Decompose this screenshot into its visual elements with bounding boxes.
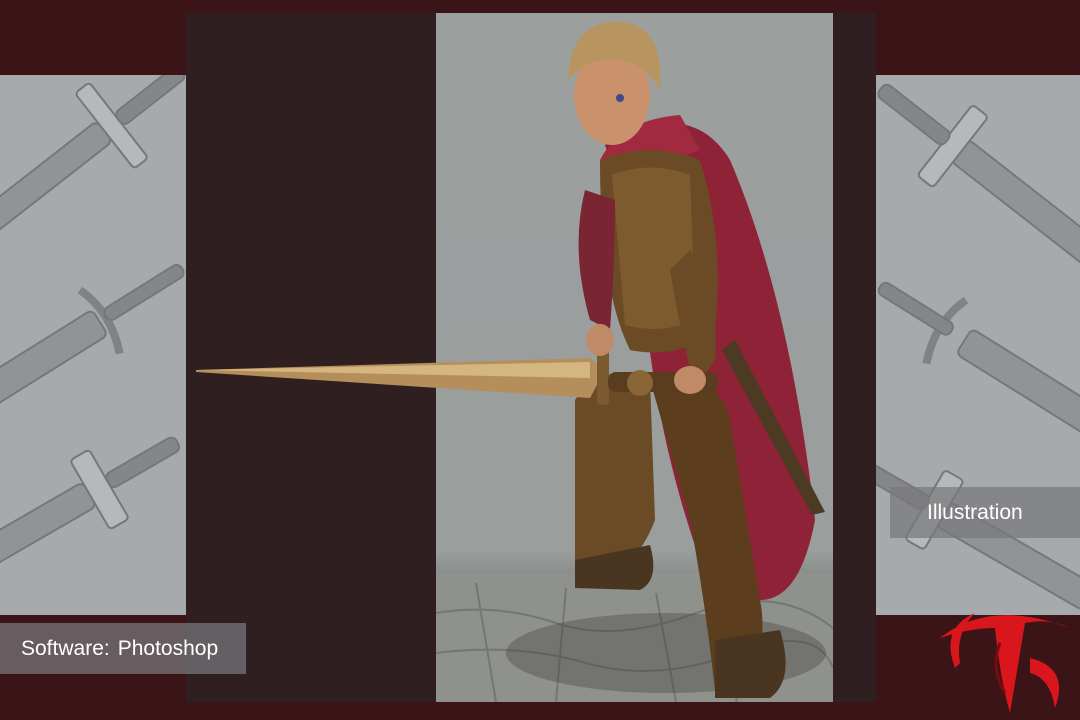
right-hand — [674, 366, 706, 394]
warrior-illustration — [196, 21, 825, 698]
left-arm — [578, 190, 615, 330]
software-key: Software: — [21, 637, 110, 660]
category-label: Illustration — [890, 487, 1080, 538]
sword-pommel — [627, 370, 653, 396]
right-boot — [715, 630, 786, 698]
software-value: Photoshop — [117, 637, 219, 660]
left-leg — [575, 373, 655, 575]
software-label: Software: Photoshop — [0, 623, 246, 674]
red-t-logo-icon — [940, 613, 1070, 713]
left-hand — [586, 324, 614, 356]
eye — [616, 94, 624, 102]
category-text: Illustration — [927, 501, 1023, 524]
